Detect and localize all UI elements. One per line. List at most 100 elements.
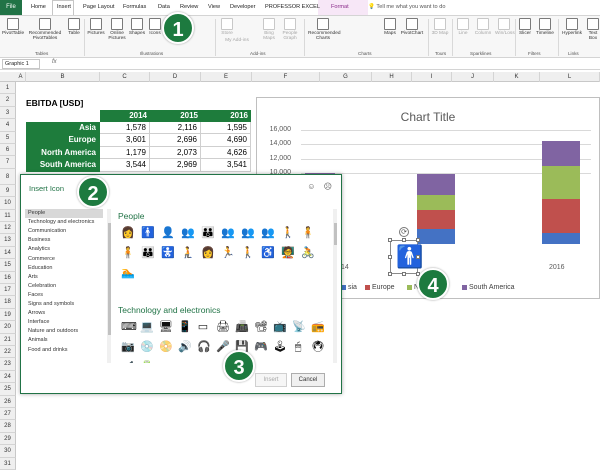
people-icon[interactable]: 🧑‍🏫 [281, 247, 295, 259]
category-item[interactable]: Communication [25, 227, 103, 236]
category-item[interactable]: Arts [25, 273, 103, 282]
technology-icon[interactable]: 📠 [235, 321, 249, 333]
people-icon[interactable]: ♿ [261, 247, 275, 259]
row-header[interactable]: 8 [0, 168, 16, 185]
people-icon[interactable]: 🧍 [121, 247, 135, 259]
category-item[interactable]: Interface [25, 318, 103, 327]
row-header[interactable]: 11 [0, 209, 16, 222]
legend-entry[interactable]: Europe [365, 284, 395, 291]
technology-icon[interactable]: 🖱 [292, 341, 304, 353]
shapes-button[interactable]: Shapes [128, 18, 146, 36]
value-cell[interactable]: 2,969 [150, 159, 201, 172]
row-header[interactable]: 13 [0, 234, 16, 247]
column-header[interactable]: C [100, 72, 150, 82]
row-header[interactable]: 19 [0, 308, 16, 322]
text-box-button[interactable]: Text Box [586, 18, 600, 42]
row-header[interactable]: 18 [0, 296, 16, 309]
people-icon[interactable]: 🧎 [181, 247, 195, 259]
technology-icon[interactable]: 🎧 [197, 341, 211, 353]
timeline-button[interactable]: Timeline [534, 18, 556, 36]
column-header[interactable]: L [540, 72, 600, 82]
people-icon[interactable]: 👥 [181, 227, 195, 239]
row-header[interactable]: 16 [0, 271, 16, 284]
column-header[interactable]: E [201, 72, 252, 82]
bar-segment[interactable] [417, 194, 455, 210]
row-header[interactable]: 29 [0, 432, 16, 446]
value-cell[interactable]: 2,696 [150, 134, 201, 147]
bar-segment[interactable] [542, 166, 580, 200]
bar-segment[interactable] [417, 173, 455, 195]
row-header[interactable]: 7 [0, 156, 16, 169]
people-icon[interactable]: 👩 [201, 247, 215, 259]
value-cell[interactable]: 4,626 [201, 146, 251, 160]
people-icon[interactable]: 👪 [141, 247, 155, 259]
row-header[interactable]: 24 [0, 370, 16, 384]
tab-page-layout[interactable]: Page Layout [83, 4, 114, 11]
value-cell[interactable]: 1,179 [100, 146, 150, 160]
cancel-button[interactable]: Cancel [291, 373, 325, 387]
row-header[interactable]: 14 [0, 246, 16, 260]
region-cell[interactable]: South America [26, 159, 100, 172]
legend-entry[interactable]: South America [462, 284, 515, 291]
legend-entry[interactable]: sia [341, 284, 357, 291]
year-header-2016[interactable]: 2016 [201, 110, 251, 122]
people-icon[interactable]: 🏃 [221, 247, 235, 259]
resize-handle[interactable] [402, 238, 406, 242]
tab-data[interactable]: Data [158, 4, 170, 11]
value-cell[interactable]: 3,601 [100, 134, 150, 147]
technology-icon[interactable]: 🖲 [311, 341, 325, 353]
row-header[interactable]: 21 [0, 333, 16, 346]
value-cell[interactable]: 4,690 [201, 134, 251, 147]
resize-handle[interactable] [416, 255, 420, 259]
technology-icon[interactable]: 📡 [292, 321, 306, 333]
hyperlink-button[interactable]: Hyperlink [560, 18, 584, 36]
people-icon[interactable]: 🏊 [121, 267, 135, 279]
technology-icon[interactable]: 📻 [311, 321, 325, 333]
technology-icon[interactable]: 💻 [140, 321, 154, 333]
category-item[interactable]: Celebration [25, 282, 103, 291]
column-sparkline-button[interactable]: Column [473, 18, 493, 36]
name-box[interactable]: Graphic 1 [2, 59, 40, 69]
row-header[interactable]: 1 [0, 82, 16, 95]
category-item[interactable]: Nature and outdoors [25, 327, 103, 336]
people-icon[interactable]: 👥 [261, 227, 275, 239]
people-icon[interactable]: 👪 [201, 227, 215, 239]
row-header[interactable]: 23 [0, 358, 16, 371]
row-header[interactable]: 4 [0, 119, 16, 132]
technology-icon[interactable]: ⌨ [121, 321, 137, 333]
tab-insert[interactable]: Insert [57, 4, 71, 11]
row-header[interactable]: 27 [0, 408, 16, 421]
people-icon[interactable]: 👥 [241, 227, 255, 239]
column-header[interactable]: G [320, 72, 372, 82]
technology-icon[interactable]: 📱 [178, 321, 192, 333]
technology-icon[interactable]: 🎤 [216, 341, 230, 353]
technology-icon[interactable]: 🔊 [178, 341, 192, 353]
year-header-2015[interactable]: 2015 [150, 110, 201, 122]
category-item[interactable]: Faces [25, 291, 103, 300]
table-title[interactable]: EBITDA [USD] [26, 97, 83, 109]
bar-segment[interactable] [542, 199, 580, 233]
row-header[interactable]: 15 [0, 259, 16, 272]
category-item[interactable]: Analytics [25, 245, 103, 254]
resize-handle[interactable] [388, 255, 392, 259]
category-item[interactable]: Arrows [25, 309, 103, 318]
online-pictures-button[interactable]: Online Pictures [107, 18, 127, 42]
people-icon[interactable]: 👤 [161, 227, 175, 239]
row-header[interactable]: 12 [0, 222, 16, 235]
people-icon[interactable]: 🚼 [161, 247, 175, 259]
column-header[interactable]: D [150, 72, 201, 82]
resize-handle[interactable] [388, 238, 392, 242]
region-cell[interactable]: North America [26, 146, 100, 160]
line-sparkline-button[interactable]: Line [455, 18, 471, 36]
tell-me-search[interactable]: 💡 Tell me what you want to do [368, 4, 445, 11]
year-header-2014[interactable]: 2014 [100, 110, 150, 122]
technology-icon[interactable]: 📹 [121, 361, 135, 363]
technology-icon[interactable]: 📷 [121, 341, 135, 353]
icons-button[interactable]: Icons [147, 18, 163, 36]
category-scroll-thumb[interactable] [108, 223, 111, 335]
row-header[interactable]: 3 [0, 106, 16, 120]
pivottable-button[interactable]: PivotTable [2, 18, 24, 36]
row-header[interactable]: 28 [0, 420, 16, 433]
technology-icon[interactable]: ▭ [197, 321, 209, 333]
technology-icon[interactable]: 🎮 [254, 341, 268, 353]
